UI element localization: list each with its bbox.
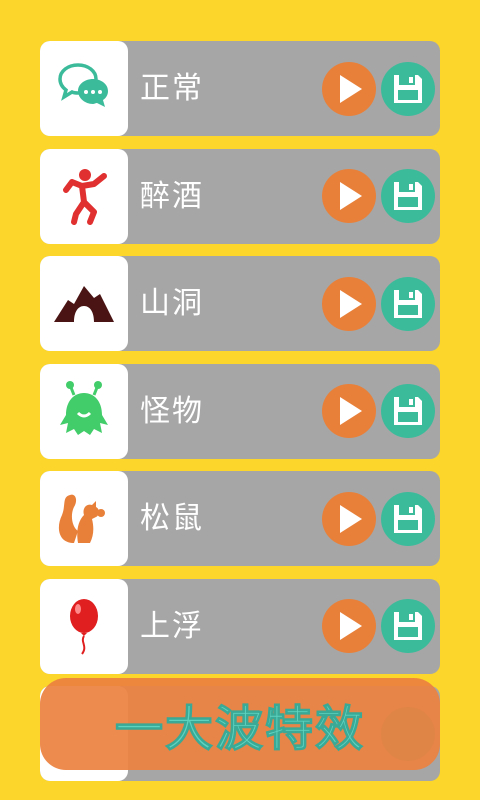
floppy-disk-icon [394,612,422,640]
save-button[interactable] [381,384,435,438]
floppy-disk-icon [394,289,422,318]
effect-icon-box [40,578,128,674]
effect-label: 上浮 [140,608,204,644]
effect-row-monster[interactable]: 怪物 [40,363,440,459]
save-button[interactable] [381,599,435,653]
effect-label: 怪物 [140,393,204,429]
floppy-disk-icon [394,397,422,425]
play-icon [340,289,362,318]
play-icon [340,397,362,425]
balloon-icon [70,599,98,655]
squirrel-icon [58,494,105,543]
play-button[interactable] [322,599,376,653]
banner-label: 一大波特效 [114,701,365,758]
effect-row-squirrel[interactable]: 松鼠 [40,471,440,566]
effect-icon-box [40,471,128,566]
floppy-disk-icon [394,504,422,533]
cave-icon [54,285,114,322]
save-button[interactable] [381,169,435,223]
play-icon [340,504,362,533]
effect-row-normal[interactable]: 正常 [40,41,440,136]
play-icon [340,182,362,210]
effect-row-float[interactable]: 上浮 [40,578,440,674]
save-button[interactable] [381,491,435,546]
floppy-disk-icon [394,182,422,210]
effect-label: 松鼠 [140,501,204,536]
effect-label: 醉酒 [140,178,204,214]
effects-list: 正常 醉酒 山洞 怪物 松鼠 上浮 [40,41,440,686]
monster-icon [60,381,108,435]
effect-icon-box [40,256,128,351]
effect-icon-box [40,41,128,136]
more-effects-banner[interactable]: 一大波特效 [40,678,440,770]
effect-icon-box [40,148,128,244]
play-button[interactable] [322,276,376,331]
play-button[interactable] [322,491,376,546]
drunk-person-icon [63,169,107,225]
effect-label: 正常 [140,71,204,106]
play-icon [340,74,362,103]
effect-row-drunk[interactable]: 醉酒 [40,148,440,244]
save-button[interactable] [381,61,435,116]
save-button[interactable] [381,276,435,331]
effect-row-cave[interactable]: 山洞 [40,256,440,351]
play-button[interactable] [322,169,376,223]
effect-label: 山洞 [140,286,204,321]
play-icon [340,612,362,640]
play-button[interactable] [322,61,376,116]
play-button[interactable] [322,384,376,438]
speech-bubble-icon [58,62,108,107]
effect-icon-box [40,363,128,459]
floppy-disk-icon [394,74,422,103]
